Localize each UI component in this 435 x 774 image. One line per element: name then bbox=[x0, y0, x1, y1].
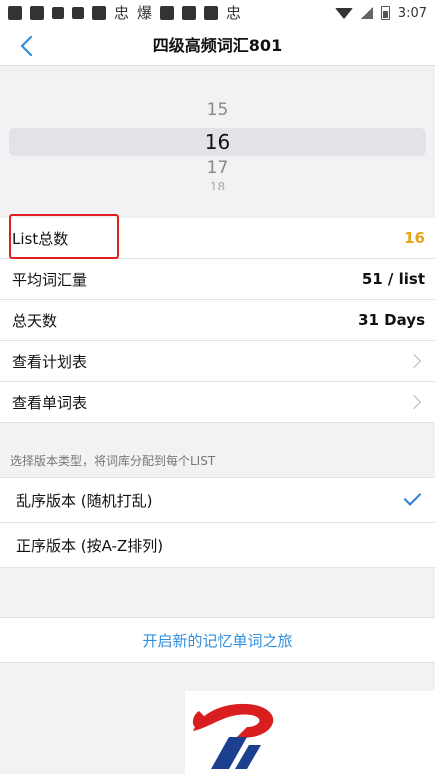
total-days-value: 31 Days bbox=[358, 311, 425, 329]
wifi-icon bbox=[334, 7, 353, 19]
avg-words-row: 平均词汇量 51 / list bbox=[0, 259, 435, 300]
picker-selected-value: 16 bbox=[204, 130, 231, 154]
total-days-label: 总天数 bbox=[12, 311, 58, 330]
nav-bar: 四级高频词汇801 bbox=[0, 26, 435, 66]
picker-option[interactable]: 18 bbox=[0, 180, 435, 190]
page-title: 四级高频词汇801 bbox=[152, 36, 283, 55]
version-option-label: 正序版本 (按A-Z排列) bbox=[16, 536, 164, 555]
status-time: 3:07 bbox=[397, 5, 427, 21]
version-option-label: 乱序版本 (随机打乱) bbox=[16, 491, 153, 510]
view-plan-row[interactable]: 查看计划表 bbox=[0, 341, 435, 382]
brand-logo-icon bbox=[192, 703, 274, 769]
notification-icon bbox=[72, 7, 84, 19]
notification-icon bbox=[160, 6, 175, 20]
view-words-label: 查看单词表 bbox=[12, 393, 88, 412]
notification-icon bbox=[8, 6, 22, 20]
logo bbox=[185, 691, 435, 774]
notification-icon bbox=[52, 7, 64, 19]
checkmark-icon bbox=[403, 488, 422, 506]
list-count-picker[interactable]: 15 16 17 18 bbox=[0, 66, 435, 218]
view-words-row[interactable]: 查看单词表 bbox=[0, 382, 435, 423]
version-option-shuffled[interactable]: 乱序版本 (随机打乱) bbox=[0, 478, 435, 523]
chevron-left-icon bbox=[20, 35, 33, 57]
app-badge-icon bbox=[92, 6, 106, 20]
battery-icon bbox=[380, 6, 390, 20]
status-bar: 忠 爆 忠 3:07 bbox=[0, 0, 435, 26]
back-button[interactable] bbox=[14, 32, 42, 60]
status-system: 3:07 bbox=[334, 5, 427, 21]
picker-option[interactable]: 17 bbox=[0, 158, 435, 178]
notification-glyph: 爆 bbox=[137, 4, 153, 22]
notification-glyph: 忠 bbox=[114, 4, 130, 22]
notification-icon bbox=[204, 6, 219, 20]
notification-glyph: 忠 bbox=[226, 4, 242, 22]
picker-selected-row[interactable]: 16 bbox=[0, 128, 435, 156]
total-days-row: 总天数 31 Days bbox=[0, 300, 435, 341]
avg-words-value: 51 / list bbox=[361, 270, 425, 288]
start-journey-button[interactable]: 开启新的记忆单词之旅 bbox=[0, 617, 435, 663]
version-options-list: 乱序版本 (随机打乱) 正序版本 (按A-Z排列) bbox=[0, 477, 435, 568]
highlight-box bbox=[9, 214, 119, 259]
version-section-label: 选择版本类型，将词库分配到每个LIST bbox=[10, 454, 216, 468]
version-option-ordered[interactable]: 正序版本 (按A-Z排列) bbox=[0, 523, 435, 568]
notification-icon bbox=[30, 6, 44, 20]
status-notifications: 忠 爆 忠 bbox=[8, 4, 242, 22]
signal-icon bbox=[360, 7, 373, 19]
picker-option[interactable]: 15 bbox=[0, 100, 435, 120]
avg-words-label: 平均词汇量 bbox=[12, 270, 88, 289]
chevron-right-icon bbox=[406, 394, 422, 410]
notification-icon bbox=[182, 6, 197, 20]
view-plan-label: 查看计划表 bbox=[12, 352, 88, 371]
list-total-value: 16 bbox=[404, 229, 425, 247]
chevron-right-icon bbox=[406, 353, 422, 369]
